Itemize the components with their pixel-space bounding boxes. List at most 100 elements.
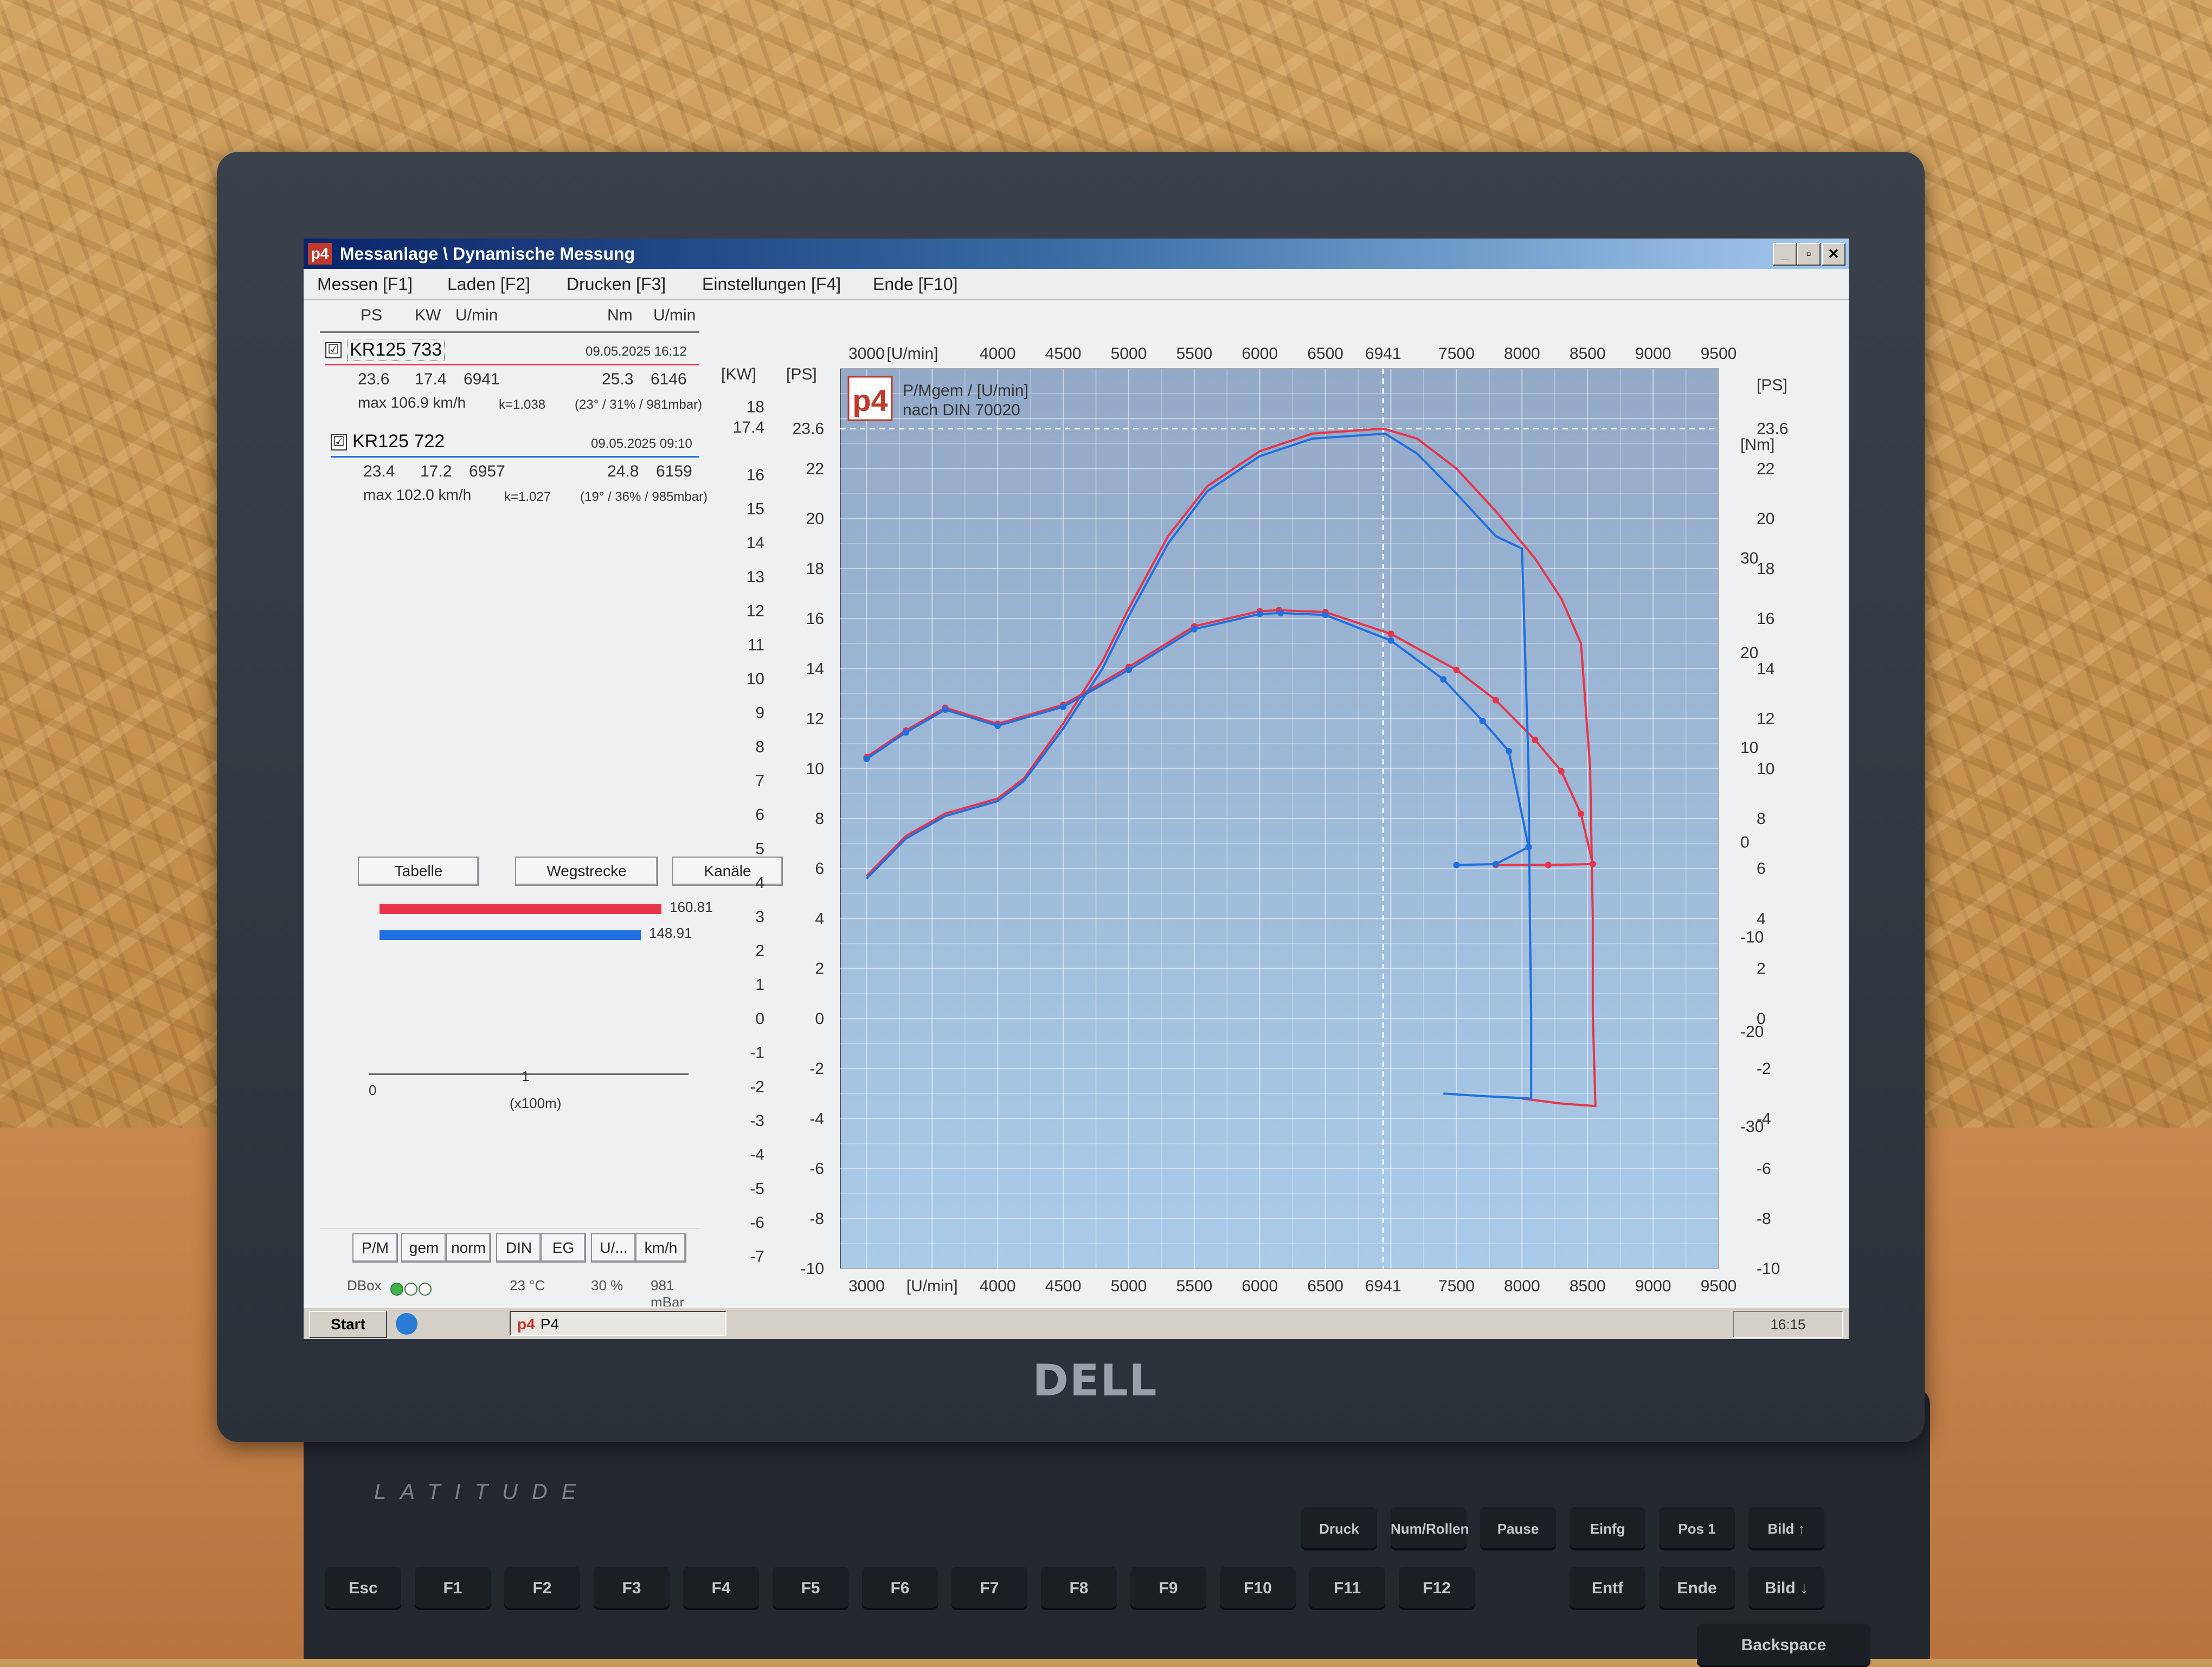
status-temperature: 23 °C	[510, 1277, 545, 1293]
nm-tick: 30	[1740, 549, 1758, 567]
x-axis-label-bottom: [U/min]	[906, 1277, 958, 1295]
ps-tick-left: 23.6	[793, 420, 824, 438]
window-titlebar: p4 Messanlage \ Dynamische Messung _ ▫ ✕	[304, 239, 1849, 269]
key-f9[interactable]: F9	[1130, 1567, 1206, 1610]
key-backspace[interactable]: Backspace	[1697, 1624, 1870, 1667]
torque-point-1	[1589, 860, 1596, 867]
menu-laden[interactable]: Laden [F2]	[447, 274, 530, 294]
key-pause[interactable]: Pause	[1480, 1507, 1556, 1550]
key-numrollen[interactable]: Num/Rollen	[1391, 1507, 1469, 1550]
kw-tick: 10	[747, 670, 764, 688]
entry-1-nm-rpm: 6146	[651, 370, 687, 388]
key-f5[interactable]: F5	[773, 1567, 848, 1610]
key-f3[interactable]: F3	[594, 1567, 670, 1610]
key-f8[interactable]: F8	[1041, 1567, 1117, 1610]
key-einfg[interactable]: Einfg	[1570, 1507, 1645, 1550]
x-tick-top: 9500	[1701, 345, 1737, 363]
kw-tick: 7	[755, 772, 764, 790]
kw-tick: -3	[750, 1112, 764, 1130]
menu-messen[interactable]: Messen [F1]	[317, 274, 413, 294]
kw-tick: 6	[755, 806, 764, 824]
torque-point-2	[1060, 703, 1067, 710]
entry-2-k: k=1.027	[504, 490, 551, 504]
ps-tick-right: -6	[1757, 1160, 1771, 1178]
nm-tick: 0	[1740, 834, 1750, 852]
x-tick-bottom: 5500	[1176, 1277, 1212, 1295]
x-tick-top: 6500	[1307, 345, 1343, 363]
close-button[interactable]: ✕	[1822, 243, 1846, 266]
key-f7[interactable]: F7	[951, 1567, 1027, 1610]
laptop-model-label: LATITUDE	[374, 1480, 590, 1504]
key-ende[interactable]: Ende	[1659, 1567, 1735, 1610]
x-tick-bottom: 4500	[1045, 1277, 1082, 1295]
menu-einstellungen[interactable]: Einstellungen [F4]	[702, 274, 841, 294]
btn-gem[interactable]: gem	[401, 1233, 447, 1263]
x-tick-bottom: 8500	[1570, 1277, 1606, 1295]
distance-bar-value-1: 160.81	[670, 899, 713, 915]
entry-2-max-speed: max 102.0 km/h	[363, 486, 472, 503]
key-f2[interactable]: F2	[504, 1567, 580, 1610]
entry-1-checkbox[interactable]: ☑	[325, 342, 342, 358]
btn-kmh[interactable]: km/h	[635, 1233, 686, 1263]
x-tick-top: 9000	[1635, 345, 1671, 363]
status-humidity: 30 %	[591, 1277, 623, 1293]
entry-1-name[interactable]: KR125 733	[347, 339, 445, 361]
browser-icon[interactable]	[396, 1313, 417, 1335]
kw-tick: 15	[747, 500, 764, 518]
x-tick-bottom: 8000	[1504, 1277, 1540, 1295]
key-druck[interactable]: Druck	[1301, 1507, 1377, 1550]
torque-point-2	[902, 729, 909, 736]
ps-tick-left: 18	[806, 560, 824, 578]
key-pos1[interactable]: Pos 1	[1659, 1507, 1735, 1550]
entry-1-color-line	[325, 364, 699, 365]
start-button[interactable]: Start	[309, 1311, 387, 1338]
torque-point-1	[1453, 666, 1460, 673]
ps-tick-right: 10	[1757, 760, 1774, 778]
key-bild[interactable]: Bild ↓	[1748, 1567, 1824, 1610]
ps-tick-left: -8	[809, 1210, 824, 1228]
torque-point-2	[1125, 666, 1132, 673]
key-f12[interactable]: F12	[1399, 1567, 1475, 1610]
menu-ende[interactable]: Ende [F10]	[873, 274, 958, 294]
entry-1-date: 09.05.2025 16:12	[586, 344, 687, 359]
ps-tick-left: 16	[806, 610, 824, 628]
kw-tick: 16	[747, 466, 764, 484]
btn-pm[interactable]: P/M	[352, 1233, 398, 1263]
ps-tick-left: 14	[806, 660, 824, 678]
ps-tick-right: 16	[1757, 610, 1774, 628]
torque-point-2	[1277, 609, 1284, 616]
btn-wegstrecke[interactable]: Wegstrecke	[515, 857, 658, 886]
entry-2-nm-rpm: 6159	[656, 462, 692, 480]
btn-din[interactable]: DIN	[496, 1233, 542, 1263]
kw-tick: -6	[750, 1214, 764, 1232]
key-f1[interactable]: F1	[415, 1567, 491, 1610]
kw-tick: 9	[755, 704, 764, 722]
taskbar-item-p4[interactable]: p4 P4	[510, 1311, 726, 1336]
minimize-button[interactable]: _	[1773, 243, 1797, 266]
key-bild[interactable]: Bild ↑	[1748, 1507, 1824, 1550]
key-f4[interactable]: F4	[683, 1567, 759, 1610]
nm-tick: 20	[1740, 644, 1758, 662]
laptop-brand-logo: DELL	[1032, 1355, 1158, 1406]
key-f10[interactable]: F10	[1220, 1567, 1296, 1610]
key-esc[interactable]: Esc	[325, 1567, 401, 1610]
scale-zero: 0	[369, 1082, 377, 1098]
header-rpm: U/min	[455, 306, 498, 324]
btn-eg[interactable]: EG	[541, 1233, 586, 1263]
distance-bar-value-2: 148.91	[649, 925, 692, 941]
kw-tick: 1	[755, 976, 764, 994]
entry-2-checkbox[interactable]: ☑	[331, 434, 347, 450]
entry-2-name[interactable]: KR125 722	[352, 431, 445, 452]
key-f11[interactable]: F11	[1309, 1567, 1385, 1610]
btn-rpm-unit[interactable]: U/...	[591, 1233, 636, 1263]
nm-tick: -10	[1740, 928, 1764, 946]
menu-drucken[interactable]: Drucken [F3]	[567, 274, 666, 294]
torque-point-2	[1191, 626, 1198, 633]
key-entf[interactable]: Entf	[1570, 1567, 1645, 1610]
entry-1-ps: 23.6	[358, 370, 390, 388]
key-f6[interactable]: F6	[862, 1567, 938, 1610]
btn-tabelle[interactable]: Tabelle	[358, 857, 479, 886]
maximize-button[interactable]: ▫	[1797, 243, 1821, 266]
window-title: Messanlage \ Dynamische Messung	[339, 244, 635, 263]
btn-norm[interactable]: norm	[446, 1233, 491, 1263]
